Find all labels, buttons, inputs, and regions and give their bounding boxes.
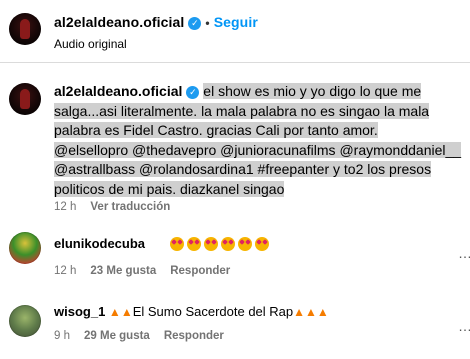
fire-emoji: ▲	[316, 305, 329, 319]
comment-options-icon[interactable]: …	[458, 245, 470, 261]
caption-meta: 12 h Ver traducción	[54, 201, 184, 213]
comment-avatar[interactable]	[9, 305, 41, 337]
star-struck-emoji	[221, 236, 235, 251]
comment-text: El Sumo Sacerdote del Rap	[132, 304, 294, 319]
header-divider	[0, 62, 470, 63]
verified-badge-icon: ✓	[188, 17, 202, 30]
star-struck-emoji	[204, 236, 218, 251]
caption-line: salga...asi literalmente. la mala palabr…	[54, 102, 430, 119]
caption-author-avatar[interactable]	[9, 83, 41, 115]
caption-line[interactable]: @elsellopro @thedavepro @junioracunafilm…	[54, 141, 462, 158]
caption-time: 12 h	[54, 201, 77, 213]
fire-emoji: ▲	[293, 305, 306, 319]
caption-text: al2elaldeano.oficial ✓ el show es mio y y…	[54, 82, 464, 199]
comment-avatar[interactable]	[9, 232, 41, 264]
author-avatar[interactable]	[9, 13, 41, 45]
star-struck-emoji	[187, 236, 201, 251]
separator-dot: •	[205, 16, 210, 30]
fire-emoji: ▲	[108, 305, 121, 319]
comment-meta: 12 h 23 Me gusta Responder	[54, 265, 244, 277]
comment-options-icon[interactable]: …	[458, 318, 470, 334]
follow-button[interactable]: Seguir	[214, 14, 258, 30]
comment-username[interactable]: elunikodecuba	[54, 236, 145, 251]
comment-row: wisog_1 ▲▲El Sumo Sacerdote del Rap▲▲▲	[54, 304, 329, 319]
comment-username[interactable]: wisog_1	[54, 304, 105, 319]
caption-line[interactable]: @astrallbass @rolandosardina1 #freepante…	[54, 161, 432, 177]
fire-emoji: ▲	[305, 305, 317, 319]
audio-label[interactable]: Audio original	[54, 37, 127, 51]
star-struck-emoji	[170, 236, 184, 251]
caption-author[interactable]: al2elaldeano.oficial	[54, 83, 182, 99]
header-username-row: al2elaldeano.oficial ✓ • Seguir	[54, 14, 258, 30]
star-struck-emoji	[238, 236, 252, 251]
translate-link[interactable]: Ver traducción	[90, 201, 170, 213]
reply-button[interactable]: Responder	[164, 330, 224, 342]
comment-meta: 9 h 29 Me gusta Responder	[54, 330, 238, 342]
verified-badge-icon: ✓	[186, 86, 200, 99]
caption-line: politicos de mi pais. diazkanel singao	[54, 180, 285, 197]
comment-likes[interactable]: 23 Me gusta	[90, 265, 156, 277]
fire-emoji: ▲	[120, 305, 133, 319]
reply-button[interactable]: Responder	[170, 265, 230, 277]
comment-likes[interactable]: 29 Me gusta	[84, 330, 150, 342]
header-username[interactable]: al2elaldeano.oficial	[54, 14, 184, 30]
comment-time: 9 h	[54, 330, 70, 342]
caption-line: el show es mio y yo digo lo que me	[203, 83, 422, 99]
caption-line: palabra es Fidel Castro. gracias Cali po…	[54, 122, 378, 138]
star-struck-emoji-row	[170, 235, 272, 253]
star-struck-emoji	[255, 236, 269, 251]
comment-time: 12 h	[54, 265, 77, 277]
